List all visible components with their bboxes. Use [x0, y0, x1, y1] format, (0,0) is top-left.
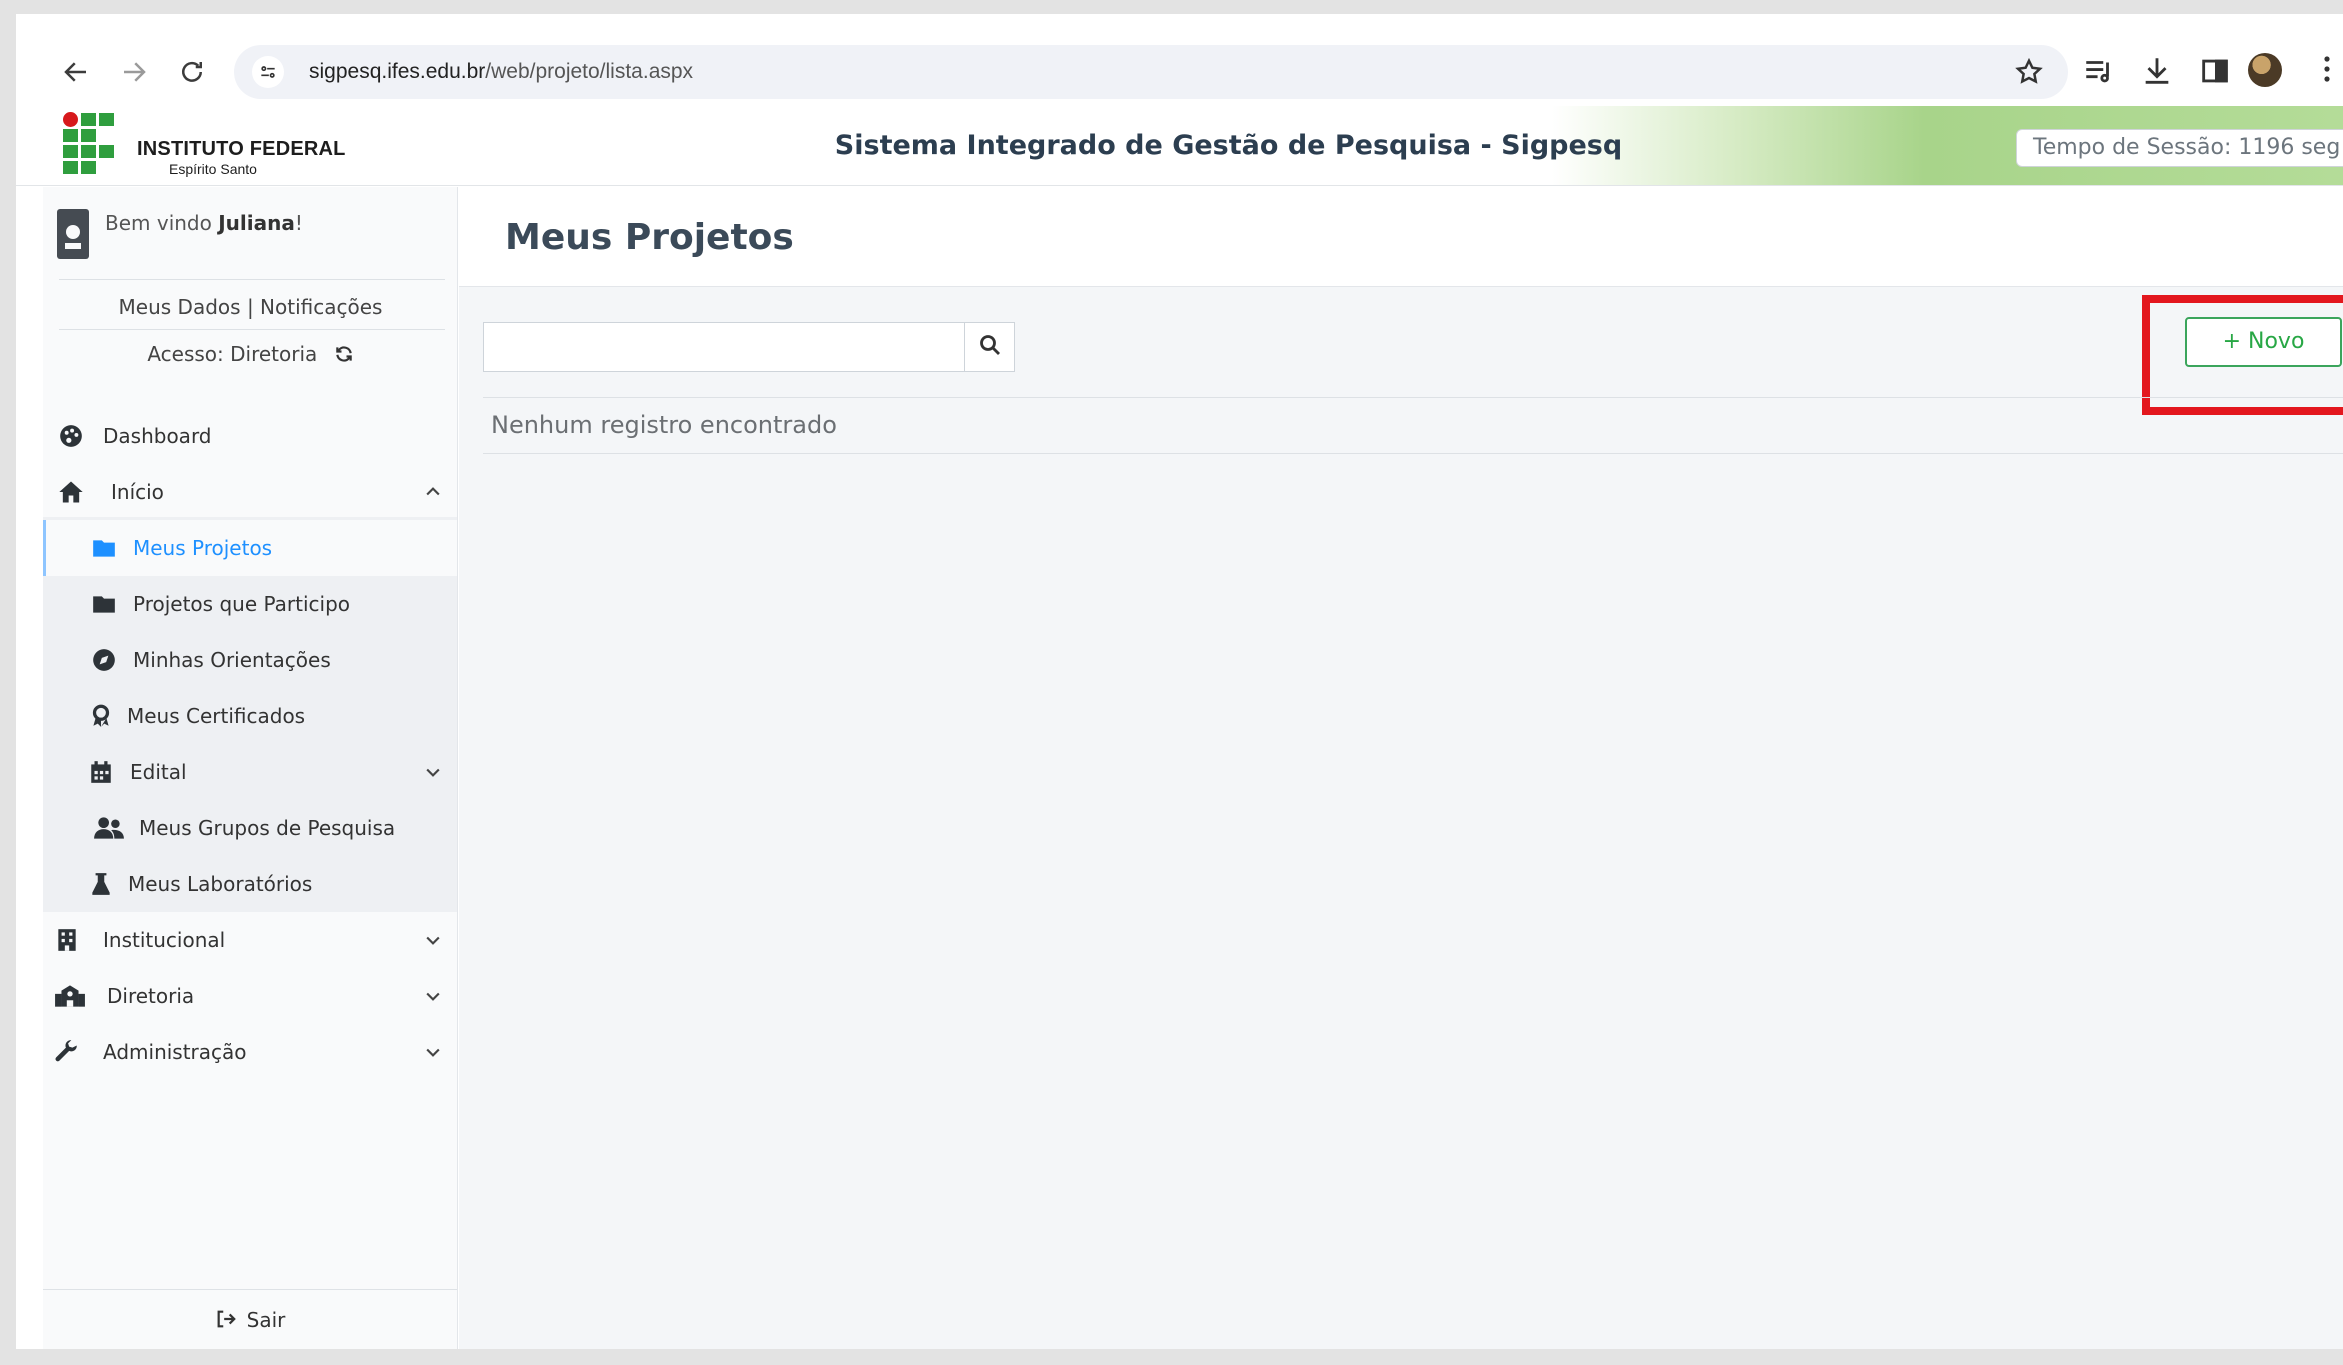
back-arrow-icon[interactable]: [56, 52, 96, 92]
sidebar-item-meus-certificados[interactable]: Meus Certificados: [43, 688, 457, 744]
reload-icon[interactable]: [172, 52, 212, 92]
palette-icon: [57, 422, 85, 450]
download-icon[interactable]: [2140, 54, 2174, 88]
welcome-text: Bem vindo Juliana!: [105, 211, 303, 235]
sidebar-item-label: Diretoria: [107, 984, 195, 1008]
media-queue-icon[interactable]: [2082, 54, 2116, 88]
logo-subtitle: Espírito Santo: [169, 161, 257, 177]
chevron-down-icon[interactable]: [423, 762, 443, 782]
chevron-up-icon[interactable]: [423, 482, 443, 502]
sidebar-item-meus-projetos[interactable]: Meus Projetos: [43, 520, 457, 576]
home-icon: [57, 478, 85, 506]
notifications-link[interactable]: Notificações: [260, 295, 382, 319]
user-name: Juliana: [218, 211, 295, 235]
school-icon: [53, 982, 87, 1010]
sign-out-icon: [215, 1293, 237, 1328]
ifes-logo[interactable]: INSTITUTO FEDERAL Espírito Santo: [63, 110, 353, 182]
sidebar-item-projetos-que-participo[interactable]: Projetos que Participo: [43, 576, 457, 632]
access-label: Acesso: Diretoria: [147, 342, 318, 366]
browser-window: sigpesq.ifes.edu.br/web/projeto/lista.as…: [16, 14, 2343, 1349]
sidebar-item-label: Meus Laboratórios: [128, 872, 313, 896]
wrench-icon: [53, 1038, 81, 1066]
users-icon: [92, 814, 126, 842]
sidebar-item-meus-laboratorios[interactable]: Meus Laboratórios: [43, 856, 457, 912]
compass-icon: [90, 646, 118, 674]
sidebar-item-edital[interactable]: Edital: [43, 744, 457, 800]
sidebar-item-administracao[interactable]: Administração: [43, 1024, 457, 1080]
user-links: Meus Dados | Notificações: [118, 295, 383, 319]
new-project-button[interactable]: + Novo: [2185, 317, 2342, 367]
flask-icon: [87, 870, 115, 898]
divider: [59, 279, 445, 280]
more-menu-icon[interactable]: [2322, 52, 2342, 86]
forward-arrow-icon[interactable]: [114, 52, 154, 92]
logo-title: INSTITUTO FEDERAL: [137, 138, 346, 160]
page-title: Meus Projetos: [505, 217, 794, 258]
sidebar-item-meus-grupos-de-pesquisa[interactable]: Meus Grupos de Pesquisa: [43, 800, 457, 856]
sidebar-item-label: Meus Grupos de Pesquisa: [139, 816, 396, 840]
ifes-logo-mark: [63, 112, 115, 176]
address-bar[interactable]: sigpesq.ifes.edu.br/web/projeto/lista.as…: [234, 45, 2068, 99]
folder-icon: [90, 534, 118, 562]
sidebar-item-label: Edital: [130, 760, 187, 784]
my-data-link[interactable]: Meus Dados: [119, 295, 241, 319]
access-switcher[interactable]: Acesso: Diretoria: [43, 342, 458, 366]
search-group: [483, 322, 1015, 372]
sidebar-item-label: Dashboard: [103, 424, 212, 448]
sync-icon[interactable]: [334, 344, 354, 364]
url-text: sigpesq.ifes.edu.br/web/projeto/lista.as…: [309, 60, 694, 83]
sidebar-item-label: Institucional: [103, 928, 226, 952]
search-input[interactable]: [484, 323, 964, 371]
sidebar-item-dashboard[interactable]: Dashboard: [43, 408, 457, 464]
chevron-down-icon[interactable]: [423, 930, 443, 950]
building-icon: [53, 926, 81, 954]
logout-button[interactable]: Sair: [43, 1289, 457, 1349]
sidebar-item-minhas-orientacoes[interactable]: Minhas Orientações: [43, 632, 457, 688]
chevron-down-icon[interactable]: [423, 1042, 443, 1062]
main-content: Meus Projetos + Novo Nenhum registro enc…: [459, 187, 2343, 1349]
profile-avatar[interactable]: [2248, 53, 2282, 87]
divider: [59, 329, 445, 330]
logout-label: Sair: [246, 1308, 286, 1332]
search-icon: [978, 333, 1002, 361]
sidebar-item-label: Meus Projetos: [133, 536, 273, 560]
calendar-icon: [87, 758, 115, 786]
sidebar-item-inicio[interactable]: Início: [43, 464, 457, 520]
bookmark-star-icon[interactable]: [2014, 57, 2044, 87]
empty-message: Nenhum registro encontrado: [483, 397, 2343, 454]
sidebar-item-label: Minhas Orientações: [133, 648, 331, 672]
id-badge-icon: [57, 209, 89, 259]
sidebar-item-institucional[interactable]: Institucional: [43, 912, 457, 968]
page-header: Meus Projetos: [459, 187, 2343, 287]
system-title: Sistema Integrado de Gestão de Pesquisa …: [834, 130, 1623, 161]
award-icon: [87, 702, 115, 730]
sidebar-item-label: Projetos que Participo: [133, 592, 351, 616]
sidebar-item-label: Administração: [103, 1040, 247, 1064]
chevron-down-icon[interactable]: [423, 986, 443, 1006]
sidebar-item-label: Início: [111, 480, 164, 504]
sidebar-item-diretoria[interactable]: Diretoria: [43, 968, 457, 1024]
sidebar: Bem vindo Juliana! Meus Dados | Notifica…: [43, 187, 458, 1349]
side-panel-icon[interactable]: [2198, 54, 2232, 88]
site-settings-icon[interactable]: [252, 56, 284, 88]
search-button[interactable]: [964, 323, 1014, 371]
sidebar-item-label: Meus Certificados: [127, 704, 306, 728]
folder-icon: [90, 590, 118, 618]
session-timer: Tempo de Sessão: 1196 seg: [2016, 129, 2343, 167]
